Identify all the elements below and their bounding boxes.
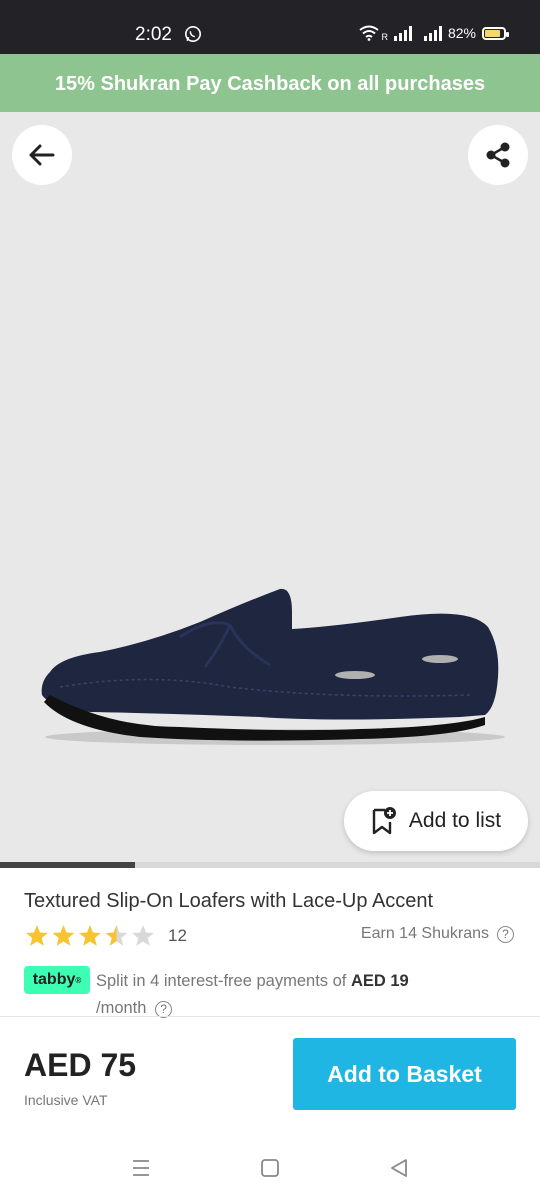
product-image <box>41 588 505 745</box>
star-icon <box>26 925 48 946</box>
star-icon <box>79 925 101 946</box>
product-price: AED 75 <box>24 1047 137 1083</box>
battery-percent: 82% <box>447 25 476 41</box>
rating-stars[interactable]: 12 <box>24 924 187 948</box>
tabby-installment-info: Split in 4 interest-free payments of AED… <box>96 968 496 1022</box>
help-icon[interactable]: ? <box>497 925 514 943</box>
rating-count: 12 <box>168 926 187 945</box>
recent-apps-icon[interactable] <box>131 1158 151 1178</box>
promo-banner[interactable]: 15% Shukran Pay Cashback on all purchase… <box>0 54 540 112</box>
star-icon <box>52 925 75 946</box>
bookmark-add-icon <box>372 807 396 835</box>
status-icons: R 82% <box>359 24 509 42</box>
tabby-text-before: Split in 4 interest-free payments of <box>96 972 351 990</box>
system-nav-bar <box>0 1140 540 1200</box>
status-time: 2:02 <box>135 24 172 45</box>
tabby-text-after: /month <box>96 999 147 1017</box>
gallery-progress-bar <box>0 862 540 868</box>
battery-icon <box>482 26 509 40</box>
product-gallery[interactable]: Add to list <box>0 112 540 864</box>
arrow-left-icon <box>29 144 55 166</box>
status-bar: 2:02 R 82% <box>0 0 540 54</box>
wifi-icon <box>359 25 380 41</box>
tabby-amount: AED 19 <box>350 972 409 990</box>
home-icon[interactable] <box>260 1158 280 1178</box>
shukrans-text: Earn 14 Shukrans <box>360 925 489 942</box>
star-rating-icons <box>26 925 154 946</box>
share-button[interactable] <box>468 125 528 185</box>
add-to-list-button[interactable]: Add to list <box>344 791 528 851</box>
star-icon <box>132 925 154 946</box>
back-button[interactable] <box>12 125 72 185</box>
tabby-logo: tabby ® <box>24 966 90 994</box>
tabby-badge-text: tabby <box>32 971 76 988</box>
back-nav-icon[interactable] <box>389 1158 409 1178</box>
star-icon <box>105 925 128 946</box>
add-to-list-label: Add to list <box>408 809 502 832</box>
divider <box>0 1016 540 1017</box>
roaming-icon: R <box>381 32 388 42</box>
add-to-basket-button[interactable]: Add to Basket <box>293 1038 516 1110</box>
shukrans-info: Earn 14 Shukrans ? <box>361 925 514 943</box>
vat-note: Inclusive VAT <box>24 1092 108 1108</box>
gallery-progress-fill <box>0 862 135 868</box>
whatsapp-icon <box>184 25 202 43</box>
signal-icon <box>393 25 412 41</box>
signal-icon-2 <box>423 25 442 41</box>
product-title: Textured Slip-On Loafers with Lace-Up Ac… <box>24 890 434 912</box>
share-icon <box>486 142 510 168</box>
